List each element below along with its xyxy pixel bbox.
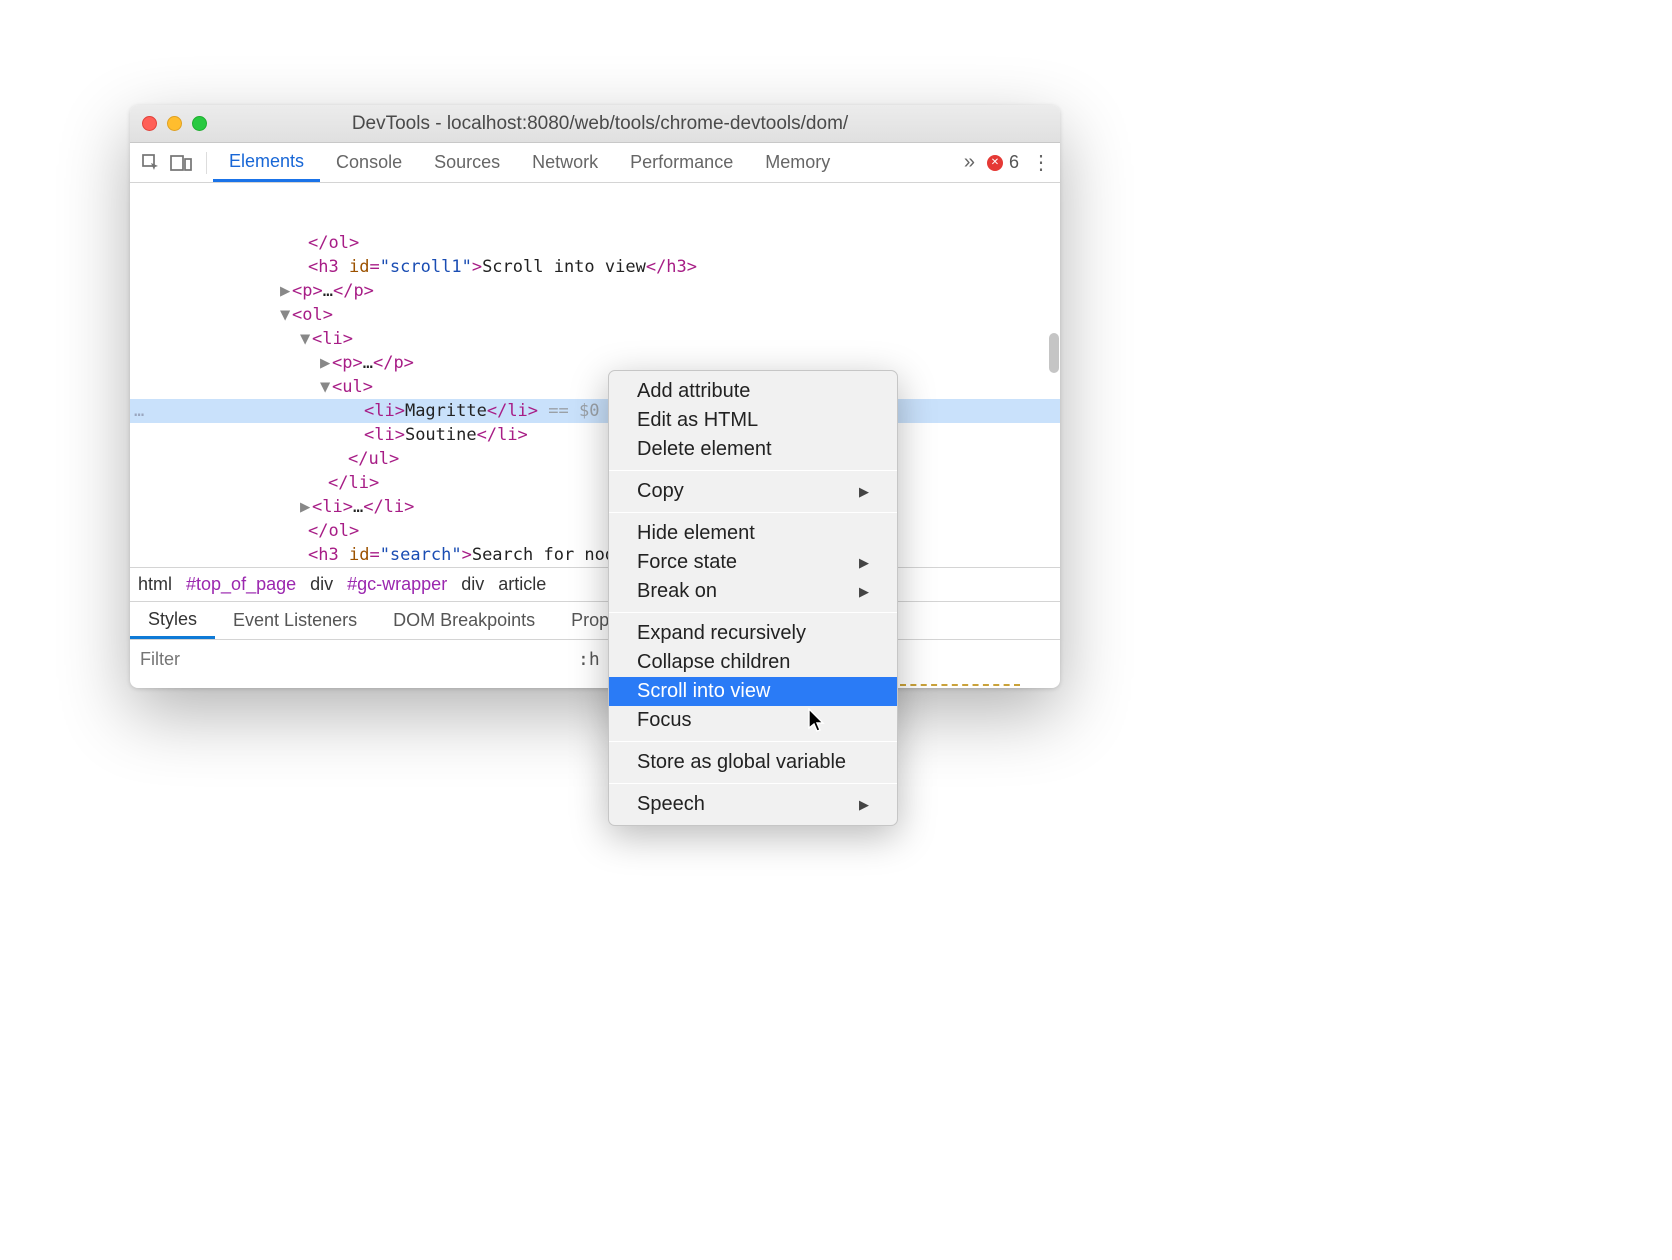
submenu-arrow-icon: ▶ [859,797,869,813]
panel-tab-console[interactable]: Console [320,143,418,182]
filter-row: :h [130,639,1060,679]
breadcrumb-item[interactable]: #top_of_page [186,574,296,595]
submenu-arrow-icon: ▶ [859,584,869,600]
context-menu-separator [609,612,897,613]
context-menu-item-label: Edit as HTML [637,409,758,432]
context-menu-item-label: Delete element [637,438,772,461]
dom-node-row[interactable]: ▼<ul> [130,375,1060,399]
subtab-dom-breakpoints[interactable]: DOM Breakpoints [375,602,553,639]
dom-node-row[interactable]: <h3 id="search">Search for node [130,543,1060,567]
context-menu-item-label: Break on [637,580,717,603]
panel-tab-network[interactable]: Network [516,143,614,182]
context-menu-item-edit-as-html[interactable]: Edit as HTML [609,406,897,435]
context-menu-item-label: Copy [637,480,684,503]
context-menu-item-label: Speech [637,793,705,816]
device-toolbar-icon[interactable] [170,152,192,174]
panel-tabs: ElementsConsoleSourcesNetworkPerformance… [213,143,964,182]
context-menu-item-speech[interactable]: Speech ▶ [609,790,897,819]
breadcrumb[interactable]: html #top_of_page div #gc-wrapper div article [130,567,1060,601]
panel-tab-sources[interactable]: Sources [418,143,516,182]
error-icon: ✕ [987,155,1003,171]
hov-toggle[interactable]: :h [568,649,610,670]
scrollbar-thumb[interactable] [1049,333,1059,373]
context-menu-item-break-on[interactable]: Break on ▶ [609,577,897,606]
window-title: DevTools - localhost:8080/web/tools/chro… [207,113,993,135]
ruler-decoration [900,684,1020,688]
context-menu-separator [609,741,897,742]
context-menu-separator [609,783,897,784]
main-toolbar: ElementsConsoleSourcesNetworkPerformance… [130,143,1060,183]
subtab-event-listeners[interactable]: Event Listeners [215,602,375,639]
context-menu-item-add-attribute[interactable]: Add attribute [609,377,897,406]
panel-tab-performance[interactable]: Performance [614,143,749,182]
dom-node-row[interactable]: </li> [130,471,1060,495]
breadcrumb-item[interactable]: #gc-wrapper [347,574,447,595]
maximize-icon[interactable] [192,116,207,131]
minimize-icon[interactable] [167,116,182,131]
context-menu-item-delete-element[interactable]: Delete element [609,435,897,464]
context-menu-item-label: Scroll into view [637,680,770,703]
context-menu-item-collapse-children[interactable]: Collapse children [609,648,897,677]
context-menu-item-focus[interactable]: Focus [609,706,897,735]
dom-node-row[interactable]: ▶<li>…</li> [130,495,1060,519]
toolbar-left-icons [140,152,207,174]
breadcrumb-item[interactable]: article [498,574,546,595]
dom-node-row[interactable]: ▼<ol> [130,303,1060,327]
context-menu: Add attribute Edit as HTML Delete element C… [608,370,898,826]
submenu-arrow-icon: ▶ [859,484,869,500]
dom-node-row[interactable]: ▶<p>…</p> [130,279,1060,303]
scrollbar-track [1048,183,1060,567]
menu-icon[interactable]: ⋮ [1031,150,1050,175]
context-menu-item-label: Focus [637,709,691,732]
context-menu-item-label: Force state [637,551,737,574]
context-menu-item-store-as-global-variable[interactable]: Store as global variable [609,748,897,777]
devtools-window: DevTools - localhost:8080/web/tools/chro… [130,105,1060,688]
dom-node-row[interactable]: </ol> [130,231,1060,255]
styles-subtabs: StylesEvent ListenersDOM BreakpointsProp… [130,601,1060,639]
submenu-arrow-icon: ▶ [859,555,869,571]
titlebar: DevTools - localhost:8080/web/tools/chro… [130,105,1060,143]
breadcrumb-item[interactable]: html [138,574,172,595]
dom-node-row[interactable]: ▼<li> [130,327,1060,351]
context-menu-item-force-state[interactable]: Force state ▶ [609,548,897,577]
dom-node-row[interactable]: </ul> [130,447,1060,471]
context-menu-item-scroll-into-view[interactable]: Scroll into view [609,677,897,706]
dom-node-row[interactable]: <li>Soutine</li> [130,423,1060,447]
error-count-badge[interactable]: ✕ 6 [987,152,1019,173]
dom-node-row[interactable]: </ol> [130,519,1060,543]
dom-node-row[interactable]: ▶<p>…</p> [130,351,1060,375]
context-menu-item-label: Expand recursively [637,622,806,645]
cursor-icon [808,708,828,739]
styles-filter-input[interactable] [130,640,568,679]
dom-node-row[interactable]: … <li>Magritte</li> == $0 [130,399,1060,423]
subtab-styles[interactable]: Styles [130,602,215,639]
context-menu-item-expand-recursively[interactable]: Expand recursively [609,619,897,648]
context-menu-separator [609,470,897,471]
breadcrumb-item[interactable]: div [461,574,484,595]
tabs-overflow-icon[interactable]: » [964,151,975,174]
context-menu-item-hide-element[interactable]: Hide element [609,519,897,548]
context-menu-item-label: Store as global variable [637,751,846,774]
breadcrumb-item[interactable]: div [310,574,333,595]
context-menu-item-copy[interactable]: Copy ▶ [609,477,897,506]
error-count-value: 6 [1009,152,1019,173]
context-menu-item-label: Collapse children [637,651,790,674]
panel-tab-elements[interactable]: Elements [213,143,320,182]
elements-dom-tree[interactable]: </ol> <h3 id="scroll1">Scroll into view<… [130,183,1060,567]
inspect-element-icon[interactable] [140,152,162,174]
context-menu-item-label: Add attribute [637,380,750,403]
traffic-lights [142,116,207,131]
panel-tab-memory[interactable]: Memory [749,143,846,182]
close-icon[interactable] [142,116,157,131]
dom-node-row[interactable]: <h3 id="scroll1">Scroll into view</h3> [130,255,1060,279]
context-menu-separator [609,512,897,513]
context-menu-item-label: Hide element [637,522,755,545]
